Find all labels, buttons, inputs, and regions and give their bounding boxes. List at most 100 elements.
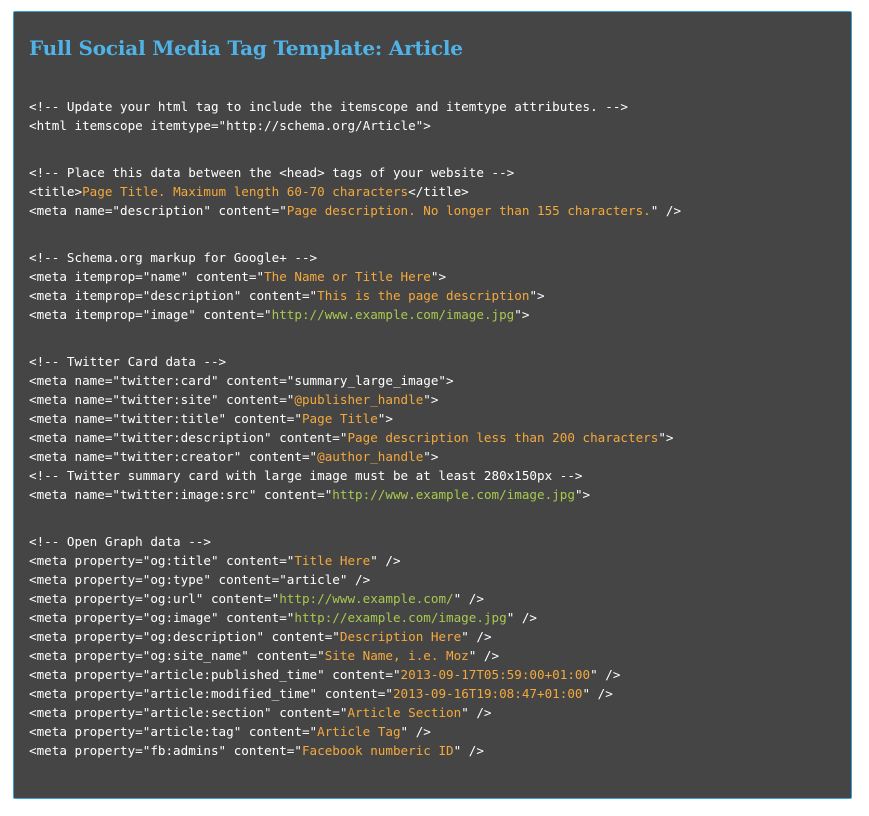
code-text: <!-- Schema.org markup for Google+ --> — [29, 250, 318, 265]
code-text: <!-- Place this data between the <head> … — [29, 165, 515, 180]
code-text: <!-- Open Graph data --> — [29, 534, 211, 549]
attribute-value: @publisher_handle — [294, 392, 424, 407]
code-text: <meta name="twitter:creator" content=" — [29, 449, 318, 464]
code-line: <meta property="article:modified_time" c… — [29, 684, 681, 703]
code-text: <meta property="article:modified_time" c… — [29, 686, 393, 701]
block-gap — [29, 135, 681, 163]
code-line: <title>Page Title. Maximum length 60-70 … — [29, 182, 681, 201]
code-text: <!-- Update your html tag to include the… — [29, 99, 628, 114]
attribute-value: Article Section — [347, 705, 462, 720]
code-text: "> — [423, 392, 439, 407]
attribute-value: Description Here — [339, 629, 462, 644]
attribute-value: This is the page description — [317, 288, 530, 303]
code-line: <meta itemprop="name" content="The Name … — [29, 267, 681, 286]
code-line: <meta itemprop="image" content="http://w… — [29, 305, 681, 324]
code-text: " /> — [506, 610, 538, 625]
block-gap — [29, 504, 681, 532]
code-text: "> — [430, 269, 447, 284]
code-line: <meta name="twitter:title" content="Page… — [29, 409, 681, 428]
code-text: " /> — [582, 686, 613, 701]
code-text: <meta name="twitter:card" content="summa… — [29, 373, 454, 388]
code-line: <meta name="twitter:description" content… — [29, 428, 681, 447]
code-text: <meta property="og:type" content="articl… — [29, 572, 371, 587]
code-text: <meta name="twitter:title" content=" — [29, 411, 302, 426]
attribute-value: Page Title — [301, 411, 378, 426]
code-text: <!-- Twitter Card data --> — [29, 354, 227, 369]
code-text: "> — [529, 288, 545, 303]
code-line: <meta name="twitter:site" content="@publ… — [29, 390, 681, 409]
block-gap — [29, 324, 681, 352]
code-line: <!-- Place this data between the <head> … — [29, 163, 681, 182]
code-line: <html itemscope itemtype="http://schema.… — [29, 116, 681, 135]
code-line: <!-- Twitter Card data --> — [29, 352, 681, 371]
code-text: <meta property="og:site_name" content=" — [29, 648, 325, 663]
code-line: <meta property="og:title" content="Title… — [29, 551, 681, 570]
code-text: " /> — [453, 743, 484, 758]
code-line: <meta itemprop="description" content="Th… — [29, 286, 681, 305]
attribute-value: Page description. No longer than 155 cha… — [286, 203, 651, 218]
code-text: <meta name="twitter:site" content=" — [29, 392, 295, 407]
attribute-value: Page description less than 200 character… — [347, 430, 659, 445]
code-text: <!-- Twitter summary card with large ima… — [29, 468, 583, 483]
code-text: <title> — [29, 184, 83, 199]
code-line: <meta name="twitter:image:src" content="… — [29, 485, 681, 504]
code-text: <html itemscope itemtype="http://schema.… — [29, 118, 431, 133]
code-text: "> — [423, 449, 439, 464]
code-line: <meta property="article:section" content… — [29, 703, 681, 722]
url-value: http://example.com/image.jpg — [294, 610, 507, 625]
code-text: " /> — [590, 667, 621, 682]
code-line: <meta property="og:description" content=… — [29, 627, 681, 646]
url-value: http://www.example.com/ — [279, 591, 454, 606]
attribute-value: Title Here — [294, 553, 371, 568]
attribute-value: Article Tag — [317, 724, 401, 739]
code-text: " /> — [461, 705, 492, 720]
code-text: <meta property="og:description" content=… — [29, 629, 340, 644]
code-line: <meta property="article:published_time" … — [29, 665, 681, 684]
code-text: "> — [658, 430, 674, 445]
code-text: "> — [514, 307, 530, 322]
url-value: http://www.example.com/image.jpg — [271, 307, 515, 322]
code-text: <meta itemprop="image" content=" — [29, 307, 272, 322]
code-line: <meta property="fb:admins" content="Face… — [29, 741, 681, 760]
attribute-value: 2013-09-17T05:59:00+01:00 — [400, 667, 591, 682]
code-line: <meta name="twitter:creator" content="@a… — [29, 447, 681, 466]
code-text: <meta property="article:published_time" … — [29, 667, 401, 682]
code-text: " /> — [453, 591, 484, 606]
code-text: <meta itemprop="name" content=" — [29, 269, 265, 284]
code-text: <meta name="twitter:description" content… — [29, 430, 348, 445]
block-gap — [29, 220, 681, 248]
attribute-value: 2013-09-16T19:08:47+01:00 — [392, 686, 583, 701]
code-text: <meta property="og:image" content=" — [29, 610, 295, 625]
code-text: "> — [377, 411, 393, 426]
code-text: <meta property="article:section" content… — [29, 705, 348, 720]
code-text: " /> — [400, 724, 431, 739]
code-text: " /> — [468, 648, 500, 663]
panel-title: Full Social Media Tag Template: Article — [29, 36, 463, 60]
code-line: <meta property="og:type" content="articl… — [29, 570, 681, 589]
code-line: <!-- Twitter summary card with large ima… — [29, 466, 681, 485]
code-text: " /> — [461, 629, 492, 644]
url-value: http://www.example.com/image.jpg — [332, 487, 575, 502]
code-line: <meta property="og:site_name" content="S… — [29, 646, 681, 665]
code-text: " /> — [650, 203, 682, 218]
code-text: " /> — [370, 553, 401, 568]
code-text: <meta itemprop="description" content=" — [29, 288, 318, 303]
code-line: <meta property="og:image" content="http:… — [29, 608, 681, 627]
attribute-value: Site Name, i.e. Moz — [324, 648, 469, 663]
code-text: <meta property="og:title" content=" — [29, 553, 295, 568]
code-text: <meta name="twitter:image:src" content=" — [29, 487, 333, 502]
code-line: <meta name="twitter:card" content="summa… — [29, 371, 681, 390]
code-line: <!-- Open Graph data --> — [29, 532, 681, 551]
code-line: <!-- Update your html tag to include the… — [29, 97, 681, 116]
code-text: <meta property="article:tag" content=" — [29, 724, 318, 739]
attribute-value: Facebook numberic ID — [301, 743, 454, 758]
code-template-panel: Full Social Media Tag Template: Article … — [13, 11, 852, 799]
code-line: <meta name="description" content="Page d… — [29, 201, 681, 220]
attribute-value: @author_handle — [317, 449, 424, 464]
code-text: </title> — [408, 184, 469, 199]
attribute-value: The Name or Title Here — [264, 269, 431, 284]
code-line: <meta property="og:url" content="http://… — [29, 589, 681, 608]
code-line: <!-- Schema.org markup for Google+ --> — [29, 248, 681, 267]
code-text: <meta property="fb:admins" content=" — [29, 743, 302, 758]
code-block: <!-- Update your html tag to include the… — [29, 97, 681, 760]
